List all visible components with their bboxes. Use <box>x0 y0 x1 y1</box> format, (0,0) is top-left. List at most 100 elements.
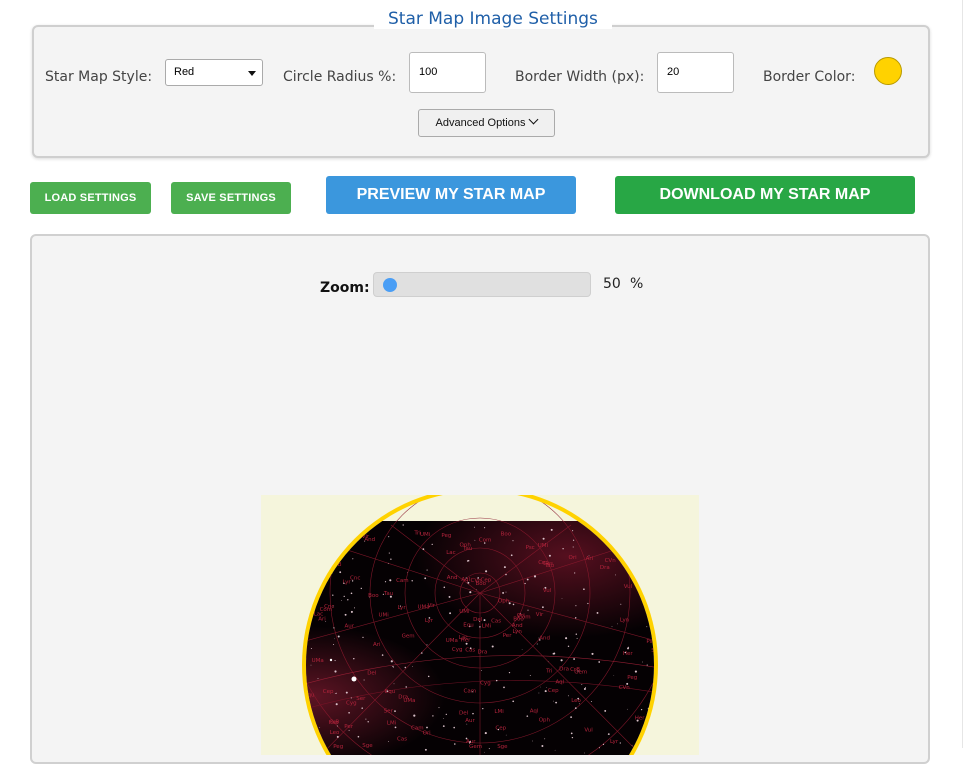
zoom-value: 50 <box>603 276 621 292</box>
border-color-picker[interactable] <box>874 57 902 85</box>
constellation-label: Equ <box>463 623 473 629</box>
style-select[interactable]: Red <box>165 59 263 86</box>
star-dot <box>634 670 637 673</box>
radius-input[interactable]: 100 <box>409 52 486 93</box>
star-dot <box>573 658 576 660</box>
star-dot <box>572 546 574 548</box>
star-dot <box>421 652 423 654</box>
load-settings-button[interactable]: LOAD SETTINGS <box>30 182 151 214</box>
star-dot <box>394 710 396 712</box>
star-dot <box>611 626 613 627</box>
star-dot <box>339 571 342 574</box>
star-dot <box>347 599 349 601</box>
star-dot <box>631 744 633 746</box>
constellation-label: Boo <box>476 581 487 587</box>
star-dot <box>602 743 605 746</box>
star-dot <box>546 687 547 689</box>
star-dot <box>392 667 394 668</box>
star-dot <box>431 543 433 546</box>
star-dot <box>471 691 473 693</box>
star-dot <box>337 635 340 638</box>
star-dot <box>350 610 353 613</box>
advanced-options-button[interactable]: Advanced Options <box>418 109 555 137</box>
star-dot <box>348 729 350 731</box>
star-dot <box>512 540 514 542</box>
star-dot <box>636 719 639 722</box>
star-dot <box>587 602 589 605</box>
star-dot <box>598 661 601 663</box>
star-map-image: Dra Lyr Her CrB Boo UMa UMi Cep Cas Per And Peg Aur L… <box>261 495 699 755</box>
constellation-label: And <box>539 636 550 642</box>
constellation-label: Oph <box>498 599 510 605</box>
constellation-label: Lyr <box>398 605 407 611</box>
star-dot <box>484 732 487 735</box>
constellation-label: Aur <box>465 718 475 724</box>
star-dot <box>588 555 590 557</box>
star-dot <box>443 586 446 589</box>
style-select-value: Red <box>174 66 195 78</box>
save-settings-button[interactable]: SAVE SETTINGS <box>171 182 291 214</box>
star-dot <box>402 524 404 526</box>
constellation-label: Ori <box>423 731 432 737</box>
star-dot <box>390 558 392 560</box>
constellation-label: Peg <box>627 675 637 681</box>
star-dot <box>591 652 594 655</box>
constellation-label: Psc <box>526 545 535 551</box>
star-dot <box>505 591 507 593</box>
constellation-label: UMi <box>459 609 470 615</box>
star-dot <box>575 605 577 607</box>
constellation-label: Cam <box>464 689 477 695</box>
constellation-label: Lac <box>446 550 455 556</box>
star-dot <box>572 539 575 541</box>
constellation-label: LMi <box>494 709 504 715</box>
constellation-label: UMi <box>379 613 390 619</box>
constellation-label: Lyr <box>610 739 619 745</box>
star-dot <box>574 707 577 709</box>
zoom-unit: % <box>630 276 644 292</box>
star-dot <box>334 693 336 694</box>
star-dot <box>571 736 574 739</box>
constellation-label: Cam <box>396 578 409 584</box>
star-dot <box>310 664 312 666</box>
star-dot <box>544 690 547 693</box>
constellation-label: Equ <box>385 689 395 695</box>
chevron-down-icon <box>248 71 256 76</box>
star-dot <box>317 678 319 680</box>
star-dot <box>393 683 395 685</box>
constellation-label: Del <box>367 671 377 677</box>
star-dot <box>539 639 541 641</box>
constellation-label: And <box>447 575 458 581</box>
star-dot <box>508 602 511 605</box>
star-dot <box>536 643 538 645</box>
zoom-slider-thumb[interactable] <box>383 278 397 292</box>
star-dot <box>467 581 470 584</box>
star-dot <box>405 686 407 688</box>
constellation-label: Vir <box>536 612 544 618</box>
star-dot <box>392 665 394 668</box>
constellation-label: Tri <box>545 668 553 674</box>
star-dot <box>607 733 610 735</box>
border-width-input[interactable]: 20 <box>657 52 734 93</box>
star-dot <box>542 606 544 609</box>
star-dot <box>577 697 580 700</box>
star-dot <box>350 592 353 595</box>
zoom-slider[interactable] <box>373 272 591 297</box>
star-dot <box>538 692 540 694</box>
star-dot <box>474 526 476 528</box>
constellation-label: Peg <box>441 533 451 539</box>
download-star-map-button[interactable]: DOWNLOAD MY STAR MAP <box>615 176 915 214</box>
constellation-label: Vul <box>543 588 552 594</box>
star-dot <box>336 735 339 738</box>
star-dot <box>479 621 481 622</box>
star-dot <box>367 721 369 723</box>
constellation-label: UMa <box>418 605 430 611</box>
preview-star-map-button[interactable]: PREVIEW MY STAR MAP <box>326 176 576 214</box>
constellation-label: Aur <box>345 624 355 630</box>
star-dot <box>388 536 390 538</box>
star-dot <box>508 671 511 674</box>
star-dot <box>577 670 579 672</box>
star-dot <box>448 595 451 598</box>
star-dot <box>505 573 507 576</box>
star-dot <box>399 605 401 607</box>
star-dot <box>426 726 428 729</box>
